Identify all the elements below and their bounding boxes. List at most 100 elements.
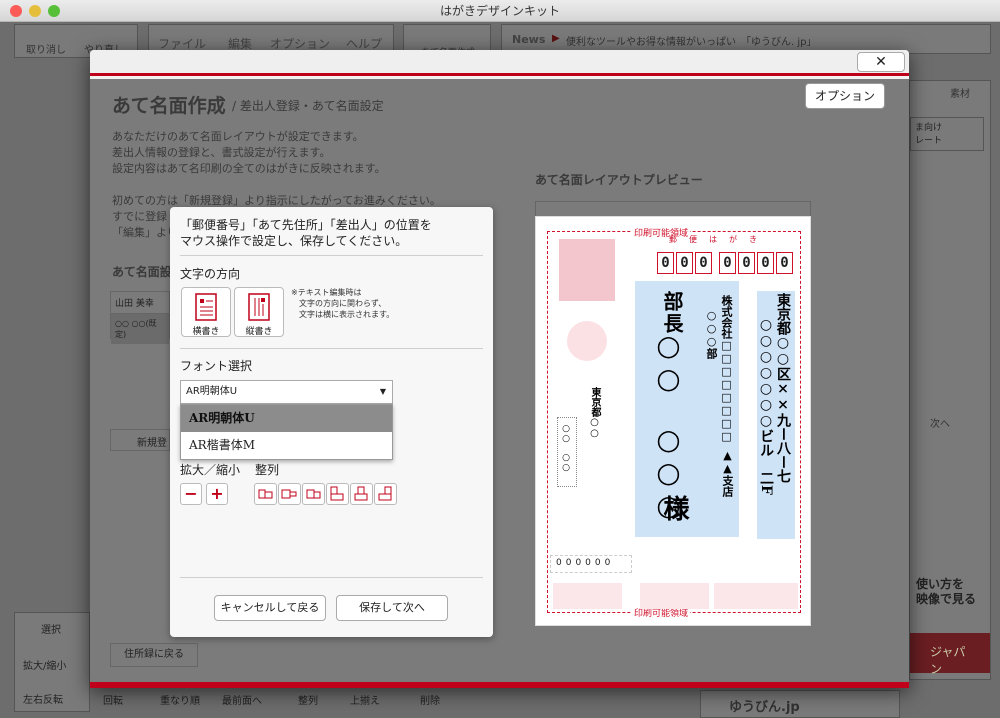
window-title: はがきデザインキット (439, 4, 560, 18)
maximize-window-icon[interactable] (48, 5, 60, 17)
flip-tool[interactable]: 左右反転 (23, 691, 63, 706)
address-line-2[interactable]: ○○○○○○○ビル 二F (758, 317, 774, 495)
address-line-1[interactable]: 東京都○○区××九ー八ー七 (775, 293, 791, 483)
news-text[interactable]: 便利なツールやお得な情報がいっぱい 「ゆうびん. jp」 (566, 33, 816, 48)
tool-panel: 選択 拡大/縮小 左右反転 (14, 612, 90, 712)
front-tool[interactable]: 最前面へ (222, 692, 262, 707)
close-button[interactable]: ✕ (857, 52, 905, 72)
japan-banner[interactable]: ジャパン (910, 633, 990, 676)
font-option[interactable]: AR楷書体M (181, 432, 392, 459)
company-name[interactable]: 株式会社□□□□□□□□ (720, 295, 733, 443)
divider (180, 255, 483, 256)
rotate-tool[interactable]: 回転 (103, 692, 123, 707)
align-bottom-icon[interactable] (374, 483, 397, 505)
instruction-line: マウス操作で設定し、保存してください。 (180, 234, 408, 248)
sender-address[interactable]: 東京都○○ (588, 387, 600, 439)
minimize-window-icon[interactable] (29, 5, 41, 17)
zoom-out-button[interactable]: − (180, 483, 202, 505)
dialog-header: ✕ (90, 50, 909, 76)
yubin-banner[interactable]: ゆうびん.jp (700, 690, 900, 718)
font-dropdown: AR明朝体U AR楷書体M (180, 404, 393, 460)
note-line: 文字は横に表示されます。 (299, 310, 395, 319)
video-banner[interactable]: 使い方を 映像で見る (910, 571, 990, 621)
postal-digit[interactable]: 0 (776, 252, 793, 274)
select-tool[interactable]: 選択 (41, 621, 61, 636)
order-tool[interactable]: 重なり順 (160, 692, 200, 707)
footer-area-center (640, 583, 709, 609)
font-select-value: AR明朝体U (186, 386, 238, 397)
desc-line: 設定内容はあて名印刷の全てのはがきに反映されます。 (112, 162, 386, 175)
honorific[interactable]: 様 (656, 495, 693, 521)
postal-digit[interactable]: 0 (738, 252, 755, 274)
divider (180, 348, 483, 349)
popup-instruction: 「郵便番号」「あて先住所」「差出人」の位置を マウス操作で設定し、保存してくださ… (180, 217, 432, 249)
zoom-label: 拡大／縮小 (180, 463, 241, 477)
layout-list-item[interactable]: 山田 美幸 (111, 292, 169, 314)
department[interactable]: ○○○部 (705, 309, 718, 359)
close-window-icon[interactable] (10, 5, 22, 17)
branch[interactable]: ▲▲支店 (721, 449, 734, 497)
chevron-down-icon: ▼ (379, 387, 386, 396)
recipient-name[interactable]: ○○ ○○○ (652, 329, 685, 522)
position-settings-popup: 「郵便番号」「あて先住所」「差出人」の位置を マウス操作で設定し、保存してくださ… (170, 207, 493, 637)
preview-label: あて名面レイアウトプレビュー (535, 173, 703, 187)
yubin-label: ゆうびん.jp (729, 700, 800, 715)
align-tool[interactable]: 整列 (298, 692, 318, 707)
postal-digit[interactable]: 0 (695, 252, 712, 274)
desc-line: あなただけのあて名面レイアウトが設定できます。 (112, 130, 364, 143)
material-label[interactable]: 素材 (950, 85, 970, 100)
horizontal-text-icon (195, 293, 217, 321)
title-bar: はがきデザインキット (0, 0, 1000, 22)
direction-label: 文字の方向 (180, 267, 241, 281)
postcard-preview: 印刷可能領域 印刷可能領域 郵 便 は が き 0 0 0 0 0 0 0 部長… (535, 216, 811, 626)
dialog-title: あて名面作成 (112, 95, 226, 117)
option-button[interactable]: オプション (805, 83, 885, 109)
news-label: News (512, 33, 546, 46)
vertical-label: 縦書き (245, 327, 273, 337)
note-line: 文字の方向に関わらず、 (299, 299, 387, 308)
material-panel: 素材 ま向け レート 次へ 使い方を 映像で見る ジャパン (909, 80, 991, 680)
divider (180, 577, 483, 578)
undo-button[interactable]: 取り消し (21, 41, 71, 56)
align-right-icon[interactable] (302, 483, 325, 505)
postal-digit[interactable]: 0 (757, 252, 774, 274)
vertical-button[interactable]: 縦書き (234, 287, 284, 337)
delete-tool[interactable]: 削除 (420, 692, 440, 707)
align-center-h-icon[interactable] (278, 483, 301, 505)
stamp-area (559, 239, 615, 301)
new-register-button[interactable]: 新規登 (110, 429, 170, 451)
font-option[interactable]: AR明朝体U (181, 405, 392, 432)
postal-digit[interactable]: 0 (657, 252, 674, 274)
sender-postal[interactable]: 000000 (550, 555, 632, 573)
horizontal-label: 横書き (192, 327, 220, 337)
font-label: フォント選択 (180, 359, 253, 373)
vertical-text-icon (248, 293, 270, 321)
zoom-tool[interactable]: 拡大/縮小 (23, 657, 66, 672)
cancel-button[interactable]: キャンセルして戻る (214, 595, 326, 621)
align-center-v-icon[interactable] (350, 483, 373, 505)
sender-name-frame[interactable]: ○○ ○○ (557, 417, 577, 487)
align-left-icon[interactable] (254, 483, 277, 505)
layout-section-label: あて名面設 (112, 265, 172, 279)
font-select[interactable]: AR明朝体U ▼ (180, 380, 393, 404)
next-link[interactable]: 次へ (930, 415, 950, 430)
align-top-icon[interactable] (326, 483, 349, 505)
align-top-tool[interactable]: 上揃え (350, 692, 380, 707)
postal-card-label: 郵 便 は が き (669, 235, 759, 244)
instruction-line: 「郵便番号」「あて先住所」「差出人」の位置を (180, 218, 432, 232)
template-button[interactable]: ま向け レート (910, 117, 984, 151)
horizontal-button[interactable]: 横書き (181, 287, 231, 337)
postal-digit[interactable]: 0 (719, 252, 736, 274)
align-label: 整列 (255, 463, 280, 477)
postmark-area (567, 321, 607, 361)
footer-area-left (553, 583, 622, 609)
direction-note: ※テキスト編集時は 文字の方向に関わらず、 文字は横に表示されます。 (291, 287, 394, 320)
postal-digit[interactable]: 0 (676, 252, 693, 274)
desc-line: 差出人情報の登録と、書式設定が行えます。 (112, 146, 331, 159)
layout-list-item[interactable]: ○○ ○○(既定) (111, 314, 169, 344)
back-to-address-button[interactable]: 住所録に戻る (110, 643, 198, 667)
save-button[interactable]: 保存して次へ (336, 595, 448, 621)
zoom-in-button[interactable]: + (206, 483, 228, 505)
news-arrow-icon: ▶ (552, 33, 560, 44)
layout-list: 山田 美幸 ○○ ○○(既定) (110, 291, 170, 344)
